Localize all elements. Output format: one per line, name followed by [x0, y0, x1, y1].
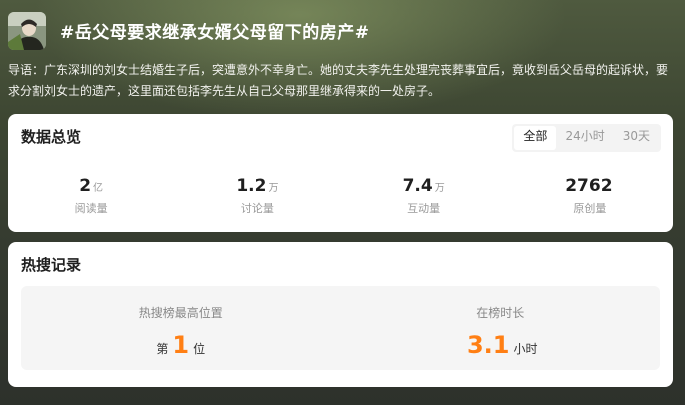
stat-unit: 万: [434, 183, 445, 194]
stat-label: 原创量: [573, 202, 607, 215]
hot-search-card: 热搜记录 热搜榜最高位置 第1位 在榜时长 3.1 小时: [8, 242, 673, 387]
stat-label: 讨论量: [240, 202, 274, 215]
rank-value: 1: [172, 331, 190, 359]
stat-value: 2762: [565, 176, 613, 196]
time-on-list: 在榜时长 3.1 小时: [341, 286, 661, 370]
stat-value: 7.4: [402, 176, 433, 196]
portrait-image-icon: [8, 12, 46, 50]
topic-thumbnail[interactable]: [8, 12, 46, 50]
time-range-tabs: 全部 24小时 30天: [512, 124, 661, 152]
stat-unit: 亿: [93, 183, 104, 194]
stat-discussions: 1.2 万 讨论量: [174, 176, 340, 216]
highest-position-label: 热搜榜最高位置: [138, 306, 223, 320]
stat-originals: 2762 原创量: [507, 176, 673, 216]
stat-reads: 2亿 阅读量: [8, 176, 174, 216]
stat-label: 阅读量: [74, 202, 108, 215]
tab-24-hours[interactable]: 24小时: [556, 126, 613, 150]
hot-search-title: 热搜记录: [21, 256, 82, 274]
data-overview-card: 数据总览 全部 24小时 30天 2亿 阅读量 1.2 万 讨论量 7.4 万 互动…: [8, 114, 673, 232]
stat-label: 互动量: [407, 202, 441, 215]
time-on-list-label: 在榜时长: [476, 306, 525, 320]
overview-title: 数据总览: [21, 128, 82, 146]
stat-value: 1.2: [236, 176, 267, 196]
overview-stats: 2亿 阅读量 1.2 万 讨论量 7.4 万 互动量 2762 原创量: [8, 176, 673, 216]
highest-position: 热搜榜最高位置 第1位: [21, 286, 341, 370]
duration-unit: 小时: [513, 342, 538, 356]
stat-value: 2: [79, 176, 92, 196]
hot-search-panel: 热搜榜最高位置 第1位 在榜时长 3.1 小时: [21, 286, 660, 370]
tab-30-days[interactable]: 30天: [614, 126, 659, 150]
duration-value: 3.1: [466, 331, 510, 359]
topic-header: #岳父母要求继承女婿父母留下的房产# 导语：广东深圳的刘女士结婚生子后，突遭意外…: [0, 0, 685, 112]
stat-unit: 万: [268, 183, 279, 194]
rank-suffix: 位: [193, 342, 206, 356]
topic-title: #岳父母要求继承女婿父母留下的房产#: [60, 23, 370, 43]
topic-intro: 导语：广东深圳的刘女士结婚生子后，突遭意外不幸身亡。她的丈夫李先生处理完丧葬事宜…: [8, 63, 669, 98]
rank-prefix: 第: [156, 342, 169, 356]
tab-all[interactable]: 全部: [514, 126, 557, 150]
stat-interactions: 7.4 万 互动量: [341, 176, 507, 216]
